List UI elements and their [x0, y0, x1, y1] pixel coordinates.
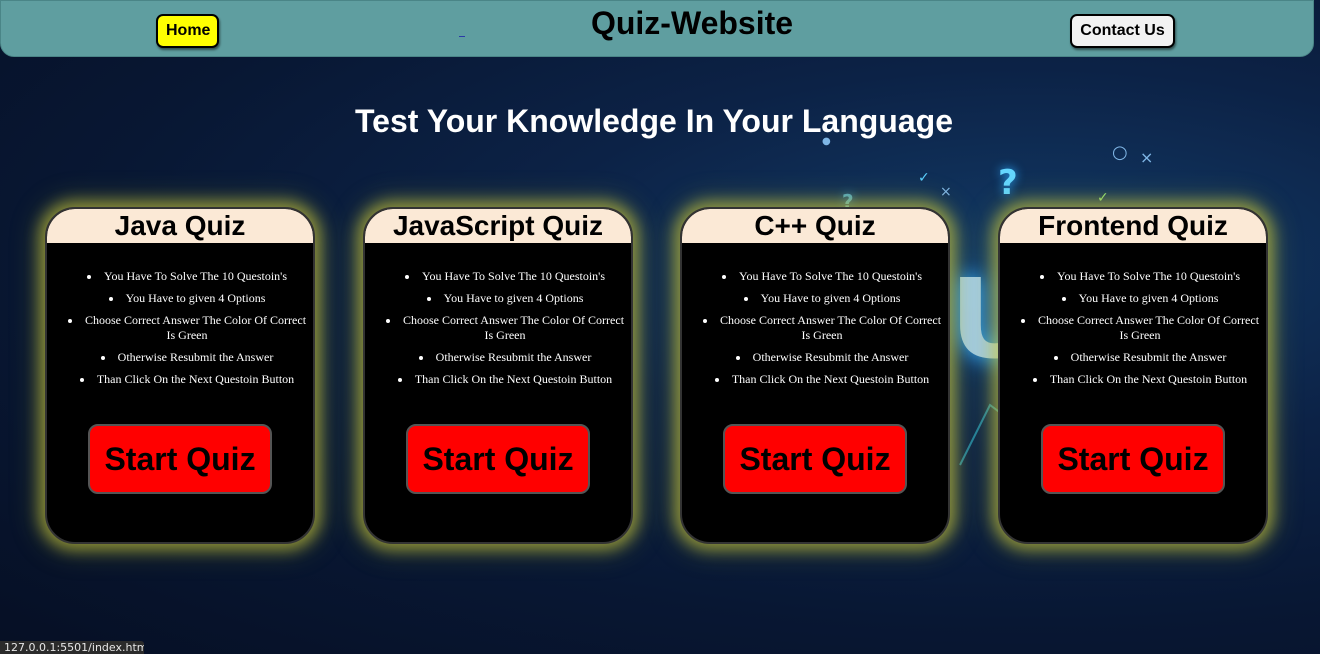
cross-icon: × — [940, 184, 952, 200]
card-title: JavaScript Quiz — [365, 209, 631, 243]
rule-item: Otherwise Resubmit the Answer — [702, 350, 942, 365]
quiz-card-frontend: Frontend Quiz You Have To Solve The 10 Q… — [998, 207, 1268, 544]
rule-item: You Have To Solve The 10 Questoin's — [385, 269, 625, 284]
rule-item: You Have to given 4 Options — [1020, 291, 1260, 306]
rule-item: Than Click On the Next Questoin Button — [67, 372, 307, 387]
start-quiz-button[interactable]: Start Quiz — [406, 424, 590, 494]
question-mark-icon: ? — [998, 163, 1018, 203]
quiz-card-cpp: C++ Quiz You Have To Solve The 10 Questo… — [680, 207, 950, 544]
cross-icon: × — [1140, 148, 1154, 167]
contact-us-button[interactable]: Contact Us — [1070, 14, 1175, 48]
rule-item: Otherwise Resubmit the Answer — [67, 350, 307, 365]
rule-item: Otherwise Resubmit the Answer — [1020, 350, 1260, 365]
circle-icon: ○ — [1112, 142, 1128, 163]
rule-item: Than Click On the Next Questoin Button — [702, 372, 942, 387]
rules-list: You Have To Solve The 10 Questoin's You … — [365, 269, 631, 387]
quiz-card-javascript: JavaScript Quiz You Have To Solve The 10… — [363, 207, 633, 544]
home-button[interactable]: Home — [156, 14, 219, 48]
rules-list: You Have To Solve The 10 Questoin's You … — [47, 269, 313, 387]
rule-item: Choose Correct Answer The Color Of Corre… — [67, 313, 307, 343]
check-icon: ✓ — [918, 170, 930, 186]
page-heading: Test Your Knowledge In Your Language — [0, 103, 1320, 140]
rule-item: Choose Correct Answer The Color Of Corre… — [1020, 313, 1260, 343]
rule-item: Otherwise Resubmit the Answer — [385, 350, 625, 365]
rule-item: You Have to given 4 Options — [385, 291, 625, 306]
card-title: C++ Quiz — [682, 209, 948, 243]
rule-item: Choose Correct Answer The Color Of Corre… — [385, 313, 625, 343]
start-quiz-button[interactable]: Start Quiz — [88, 424, 272, 494]
rule-item: You Have to given 4 Options — [702, 291, 942, 306]
rule-item: You Have To Solve The 10 Questoin's — [702, 269, 942, 284]
site-title-text: Quiz-Website — [590, 5, 794, 41]
card-title: Java Quiz — [47, 209, 313, 243]
rule-item: Choose Correct Answer The Color Of Corre… — [702, 313, 942, 343]
rules-list: You Have To Solve The 10 Questoin's You … — [682, 269, 948, 387]
rule-item: You Have To Solve The 10 Questoin's — [67, 269, 307, 284]
page-heading-text: Test Your Knowledge In Your Language — [355, 103, 953, 139]
browser-status-url: 127.0.0.1:5501/index.html — [0, 641, 144, 654]
check-icon: ✓ — [1097, 190, 1109, 206]
rule-item: Than Click On the Next Questoin Button — [1020, 372, 1260, 387]
rule-item: You Have to given 4 Options — [67, 291, 307, 306]
start-quiz-button[interactable]: Start Quiz — [1041, 424, 1225, 494]
rules-list: You Have To Solve The 10 Questoin's You … — [1000, 269, 1266, 387]
card-title: Frontend Quiz — [1000, 209, 1266, 243]
rule-item: You Have To Solve The 10 Questoin's — [1020, 269, 1260, 284]
start-quiz-button[interactable]: Start Quiz — [723, 424, 907, 494]
nav-link-marker[interactable] — [459, 36, 465, 37]
rule-item: Than Click On the Next Questoin Button — [385, 372, 625, 387]
quiz-card-java: Java Quiz You Have To Solve The 10 Quest… — [45, 207, 315, 544]
